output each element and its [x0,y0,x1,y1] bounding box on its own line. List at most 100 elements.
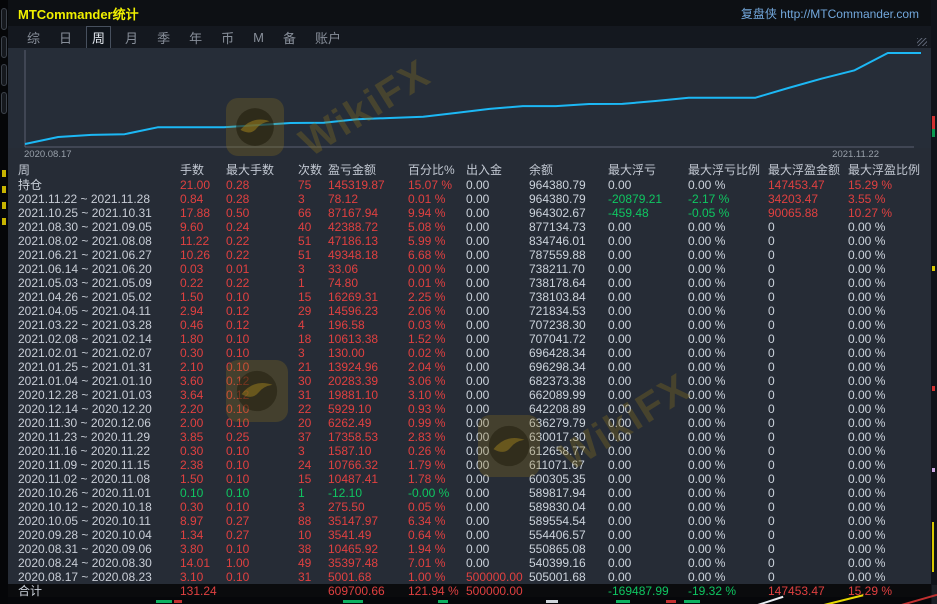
cell: 0.00 % [688,290,768,304]
cell: 2.20 [180,402,226,416]
cell: 0.24 [226,220,298,234]
cell: 21.00 [180,178,226,192]
cell: 最大浮亏 [608,162,688,178]
cell: 0.00 % [688,332,768,346]
table-row[interactable]: 2020.08.31 ~ 2020.09.063.800.103810465.9… [8,542,931,556]
table-row[interactable]: 2021.05.03 ~ 2021.05.090.220.22174.800.0… [8,276,931,290]
table-row[interactable]: 2021.04.26 ~ 2021.05.021.500.101516269.3… [8,290,931,304]
menu-item-1[interactable]: 综 [22,27,45,48]
table-row[interactable]: 2021.02.01 ~ 2021.02.070.300.103130.000.… [8,346,931,360]
cell: 0.03 % [408,318,466,332]
cell: 0.03 [180,262,226,276]
titlebar[interactable]: MTCommander统计 复盘侠 http://MTCommander.com [8,0,931,26]
menu-item-3[interactable]: 周 [86,26,111,49]
cell: 0.00 [466,514,529,528]
background-tick [2,170,6,177]
cell: 0.00 % [848,220,931,234]
menu-item-4[interactable]: 月 [120,27,143,48]
cell: -2.17 % [688,192,768,206]
cell: 0.01 % [408,276,466,290]
table-row[interactable]: 2020.10.12 ~ 2020.10.180.300.103275.500.… [8,500,931,514]
cell: 0.00 % [688,416,768,430]
cell: 0.00 % [848,500,931,514]
cell: 10613.38 [328,332,408,346]
table-row[interactable]: 2020.08.17 ~ 2020.08.233.100.10315001.68… [8,570,931,584]
cell: 0.00 % [848,360,931,374]
table-row[interactable]: 2020.08.24 ~ 2020.08.3014.011.004935397.… [8,556,931,570]
cell: 0.00 % [848,444,931,458]
cell: 0.00 % [688,304,768,318]
background-candle [438,600,448,603]
table-row[interactable]: 2020.10.05 ~ 2020.10.118.970.278835147.9… [8,514,931,528]
cell: 9.94 % [408,206,466,220]
resize-grip-icon[interactable] [917,38,927,46]
table-row[interactable]: 2020.11.16 ~ 2020.11.220.300.1031587.100… [8,444,931,458]
cell: 0 [768,430,848,444]
menu-item-9[interactable]: 备 [278,27,301,48]
cell: 0 [768,346,848,360]
background-candle [546,600,558,603]
menu-item-2[interactable]: 日 [54,27,77,48]
cell: 1.52 % [408,332,466,346]
cell: 6.68 % [408,248,466,262]
menu-item-10[interactable]: 账户 [310,27,346,48]
table-row[interactable]: 2021.08.30 ~ 2021.09.059.600.244042388.7… [8,220,931,234]
cell: 2.94 [180,304,226,318]
cell: 0.10 [226,360,298,374]
table-row[interactable]: 2021.01.25 ~ 2021.01.312.100.102113924.9… [8,360,931,374]
table-row[interactable]: 2020.12.14 ~ 2020.12.202.200.10225929.10… [8,402,931,416]
cell: 0.00 % [848,542,931,556]
background-candle [156,600,172,603]
cell: 2020.08.31 ~ 2020.09.06 [18,542,180,556]
cell: 1.78 % [408,472,466,486]
table-row[interactable]: 2021.03.22 ~ 2021.03.280.460.124196.580.… [8,318,931,332]
cell: 2020.11.30 ~ 2020.12.06 [18,416,180,430]
cell: 2021.06.14 ~ 2021.06.20 [18,262,180,276]
cell: 0.00 % [688,388,768,402]
cell: 10766.32 [328,458,408,472]
brand-link[interactable]: 复盘侠 http://MTCommander.com [741,5,919,22]
table-row[interactable]: 2020.10.26 ~ 2020.11.010.100.101-12.10-0… [8,486,931,500]
cell: 662089.99 [529,388,608,402]
table-row[interactable]: 2021.10.25 ~ 2021.10.3117.880.506687167.… [8,206,931,220]
table-row[interactable]: 2020.11.23 ~ 2020.11.293.850.253717358.5… [8,430,931,444]
table-row[interactable]: 2020.11.30 ~ 2020.12.062.000.10206262.49… [8,416,931,430]
menu-item-6[interactable]: 年 [184,27,207,48]
menu-item-5[interactable]: 季 [152,27,175,48]
table-row[interactable]: 2021.06.14 ~ 2021.06.200.030.01333.060.0… [8,262,931,276]
cell: 19881.10 [328,388,408,402]
cell: -0.05 % [688,206,768,220]
cell: 0 [768,248,848,262]
table-row[interactable]: 2020.11.02 ~ 2020.11.081.500.101510487.4… [8,472,931,486]
equity-chart: WikiFX [8,48,931,148]
cell: 次数 [298,162,328,178]
cell: 0.02 % [408,346,466,360]
background-toolbar-button [1,92,7,114]
table-row[interactable]: 2020.11.09 ~ 2020.11.152.380.102410766.3… [8,458,931,472]
table-row[interactable]: 2021.06.21 ~ 2021.06.2710.260.225149348.… [8,248,931,262]
table-row[interactable]: 2021.11.22 ~ 2021.11.280.840.28378.120.0… [8,192,931,206]
cell: 0.00 % [848,248,931,262]
table-row[interactable]: 2021.08.02 ~ 2021.08.0811.220.225147186.… [8,234,931,248]
menu-item-7[interactable]: 币 [216,27,239,48]
table-row[interactable]: 2020.09.28 ~ 2020.10.041.340.27103541.49… [8,528,931,542]
table-row[interactable]: 2021.01.04 ~ 2021.01.103.600.123020283.3… [8,374,931,388]
cell: 0.00 % [848,556,931,570]
cell: 3.64 [180,388,226,402]
cell: 0.00 [466,220,529,234]
cell: 0.00 [466,178,529,192]
cell: 0.00 [608,234,688,248]
cell: 1.94 % [408,542,466,556]
cell: 0.00 [608,458,688,472]
cell: 738178.64 [529,276,608,290]
table-row[interactable]: 2020.12.28 ~ 2021.01.033.640.123119881.1… [8,388,931,402]
menu-item-8[interactable]: M [248,29,269,46]
cell: 540399.16 [529,556,608,570]
table-row[interactable]: 持仓21.000.2875145319.8715.07 %0.00964380.… [8,178,931,192]
table-row[interactable]: 2021.04.05 ~ 2021.04.112.940.122914596.2… [8,304,931,318]
cell: 0.00 [466,332,529,346]
cell: 0.46 [180,318,226,332]
cell: 3.60 [180,374,226,388]
brand-url[interactable]: http://MTCommander.com [780,7,919,21]
table-row[interactable]: 2021.02.08 ~ 2021.02.141.800.101810613.3… [8,332,931,346]
